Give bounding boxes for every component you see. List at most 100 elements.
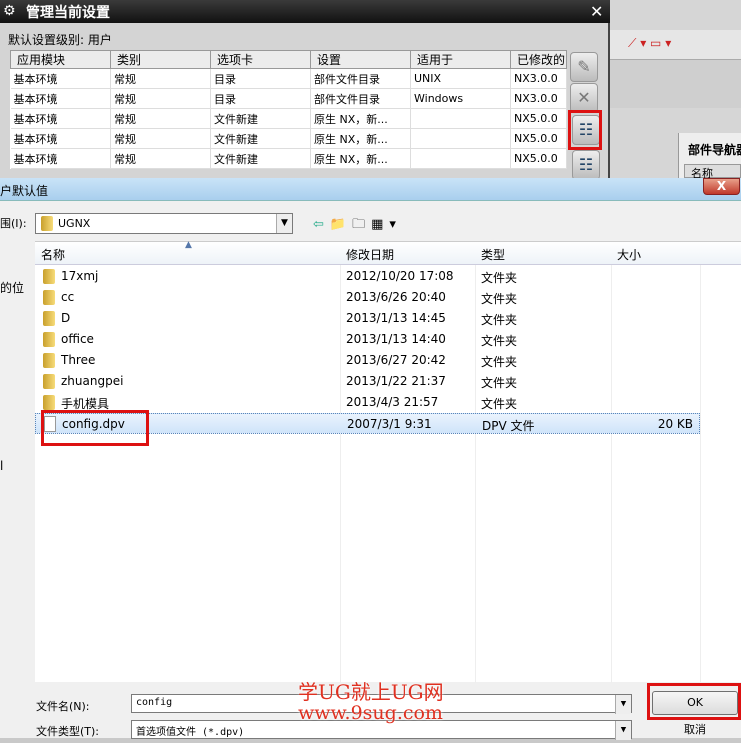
table-cell: 原生 NX，新... [310,128,411,149]
sidebar-item[interactable]: l [0,459,3,473]
table-cell: NX3.0.0 [510,68,567,89]
delete-button[interactable]: ✕ [570,83,598,113]
folder-icon [43,353,55,368]
table-cell [410,108,511,129]
table-row[interactable]: 基本环境 常规 文件新建 原生 NX，新... NX5.0.0 [10,148,567,169]
file-row[interactable]: config.dpv 2007/3/1 9:31 DPV 文件 20 KB [35,413,700,434]
file-name: cc [61,290,75,304]
table-cell: 基本环境 [10,88,111,109]
back-icon[interactable]: ⇦ [313,217,330,232]
file-dialog: 户默认值 X 围(I): UGNX ▼ ⇦📁🗀▦▾ 的位 l 名称 ▲ 修改日期… [0,178,741,740]
file-type: 文件夹 [481,292,518,306]
table-cell: 目录 [210,68,311,89]
file-row[interactable]: D 2013/1/13 14:45 文件夹 [35,308,700,329]
file-row[interactable]: 手机模具 2013/4/3 21:57 文件夹 [35,392,700,413]
column-date[interactable]: 修改日期 [346,246,394,263]
table-cell: 原生 NX，新... [310,108,411,129]
column-header[interactable]: 选项卡 [210,50,311,69]
table-cell: Windows [410,88,511,109]
column-type[interactable]: 类型 [481,246,505,263]
filename-value: config [136,697,173,708]
column-name[interactable]: 名称 [41,246,65,263]
file-name: zhuangpei [61,374,124,388]
file-icon [44,416,56,432]
app-toolbar: ⟋ ▾ ▭ ▾ [608,30,741,60]
file-row[interactable]: 17xmj 2012/10/20 17:08 文件夹 [35,266,700,287]
up-folder-icon[interactable]: 📁 [330,217,352,232]
folder-icon [43,269,55,284]
chevron-down-icon[interactable]: ▼ [615,721,631,740]
table-cell: 常规 [110,108,211,129]
folder-icon [43,332,55,347]
file-date: 2013/1/13 14:40 [346,332,446,346]
close-button[interactable]: X [703,178,740,195]
sidebar-item[interactable]: 的位 [0,279,24,296]
look-in-dropdown[interactable]: UGNX ▼ [35,213,293,234]
table-cell: 基本环境 [10,148,111,169]
ok-button[interactable]: OK [652,691,738,715]
table-cell: 常规 [110,148,211,169]
table-cell: NX5.0.0 [510,148,567,169]
table-row[interactable]: 基本环境 常规 文件新建 原生 NX，新... NX5.0.0 [10,128,567,149]
table-row[interactable]: 基本环境 常规 文件新建 原生 NX，新... NX5.0.0 [10,108,567,129]
level-label: 默认设置级别: 用户 [8,33,112,47]
table-cell: 目录 [210,88,311,109]
file-row[interactable]: office 2013/1/13 14:40 文件夹 [35,329,700,350]
edit-button[interactable]: ✎ [570,52,598,82]
column-header[interactable]: 设置 [310,50,411,69]
column-header[interactable]: 已修改的 [510,50,567,69]
table-cell [410,128,511,149]
column-header[interactable]: 类别 [110,50,211,69]
filetype-value: 首选项值文件 (*.dpv) [136,727,245,738]
table-row[interactable]: 基本环境 常规 目录 部件文件目录 UNIX NX3.0.0 [10,68,567,89]
folder-icon [43,311,55,326]
column-size[interactable]: 大小 [617,246,641,263]
file-row[interactable]: Three 2013/6/27 20:42 文件夹 [35,350,700,371]
chevron-down-icon[interactable]: ▼ [615,695,631,714]
file-date: 2012/10/20 17:08 [346,269,454,283]
folder-icon [43,290,55,305]
table-cell: 基本环境 [10,128,111,149]
new-folder-icon[interactable]: 🗀 [352,217,371,232]
table-cell: 基本环境 [10,108,111,129]
chevron-down-icon[interactable]: ▼ [276,214,292,233]
file-row[interactable]: cc 2013/6/26 20:40 文件夹 [35,287,700,308]
file-list: 名称 ▲ 修改日期 类型 大小 17xmj 2012/10/20 17:08 文… [35,240,741,683]
file-date: 2013/6/27 20:42 [346,353,446,367]
file-date: 2013/1/13 14:45 [346,311,446,325]
table-cell: 文件新建 [210,128,311,149]
gear-icon: ⚙ [3,3,16,19]
column-header[interactable]: 适用于 [410,50,511,69]
file-row[interactable]: zhuangpei 2013/1/22 21:37 文件夹 [35,371,700,392]
table-cell: 常规 [110,128,211,149]
file-date: 2013/6/26 20:40 [346,290,446,304]
table-cell [410,148,511,169]
table-row[interactable]: 基本环境 常规 目录 部件文件目录 Windows NX3.0.0 [10,88,567,109]
view-menu-icon[interactable]: ▦▾ [371,217,402,232]
table-cell: UNIX [410,68,511,89]
export-button[interactable]: ☷ [572,150,600,180]
list-header: 名称 ▲ 修改日期 类型 大小 [35,240,741,265]
settings-table: 应用模块 类别 选项卡 设置 适用于 已修改的 基本环境 常规 目录 部件文件目录 UNIX NX3… [10,50,567,169]
table-cell: 原生 NX，新... [310,148,411,169]
cancel-button[interactable]: 取消 [652,719,738,743]
file-name: 手机模具 [61,397,110,411]
navigator-name-column[interactable]: 名称 [684,164,741,180]
file-date: 2007/3/1 9:31 [347,417,432,431]
table-cell: 文件新建 [210,108,311,129]
file-type: 文件夹 [481,355,518,369]
close-button[interactable]: ✕ [590,2,603,21]
file-size: 20 KB [657,417,693,431]
manage-settings-dialog: 管理当前设置 ⚙ ✕ 默认设置级别: 用户 应用模块 类别 选项卡 设置 适用于 已修改的… [0,0,610,180]
table-cell: 部件文件目录 [310,68,411,89]
table-cell: NX5.0.0 [510,108,567,129]
column-header[interactable]: 应用模块 [10,50,111,69]
filename-label: 文件名(N): [36,700,90,713]
look-in-value: UGNX [58,217,91,230]
import-button[interactable]: ☷ [572,115,600,145]
places-sidebar: 的位 l [0,241,34,681]
dimension-icon[interactable]: ⟋ ▾ ▭ ▾ [628,36,671,51]
folder-icon [43,374,55,389]
file-type: DPV 文件 [482,419,535,433]
look-in-label: 围(I): [0,217,27,230]
